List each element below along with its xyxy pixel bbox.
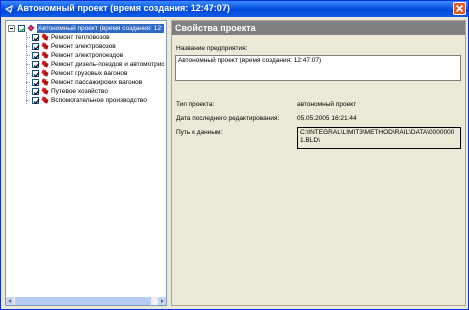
tree-item-checkbox[interactable] [32,70,40,78]
collapse-toggle[interactable] [8,25,15,32]
tree-item-label: Ремонт пассажирских вагонов [51,79,143,86]
process-icon [41,96,49,104]
process-icon [41,69,49,77]
checkmark-icon [33,36,40,42]
tree-guide-line [26,64,30,65]
tree-item[interactable]: Путевое хозяйство [8,87,166,96]
tree-root-label: Автономный проект (время создания: 12: [37,24,164,33]
tree-item[interactable]: Ремонт электропоездов [8,51,166,60]
tree-guide-line [26,37,30,38]
tree-item[interactable]: Ремонт тепловозов [8,33,166,42]
checkmark-icon [33,63,40,69]
tree-item-label: Ремонт электровозов [51,43,116,50]
last-edit-label: Дата последнего редактирования: [176,115,280,122]
tree-item-label: Вспомогательное производство [51,97,147,104]
tree-item-checkbox[interactable] [32,43,40,51]
horizontal-scrollbar[interactable] [6,297,166,305]
tree-item-label: Ремонт грузовых вагонов [51,70,128,77]
tree-root-checkbox[interactable] [18,25,26,33]
properties-panel: Свойства проекта Название предприятия: А… [171,20,466,306]
data-path-label: Путь к данным: [176,129,223,136]
tree-item-label: Ремонт дизель-поездов и автомотрис [51,61,165,68]
tree-guide-line [26,55,30,56]
project-type-label: Тип проекта: [176,101,215,108]
company-name-field[interactable]: Автономный проект (время создания: 12:47… [175,55,461,81]
process-icon [41,42,49,50]
tree-guide-line [26,46,30,47]
data-path-field[interactable]: C:\INTEGRAL\LIMIT3\METHOD\RAIL\DATA\0000… [297,127,461,149]
company-name-label: Название предприятия: [176,45,248,52]
close-button[interactable] [453,2,466,15]
project-icon [27,24,35,32]
checkmark-icon [19,27,26,33]
tree-item-checkbox[interactable] [32,52,40,60]
process-icon [41,78,49,86]
project-type-value: автономный проект [297,101,357,108]
tree-item-checkbox[interactable] [32,34,40,42]
process-icon [41,33,49,41]
tree-guide-line [26,73,30,74]
tree-item[interactable]: Вспомогательное производство [8,96,166,105]
app-icon [5,5,13,13]
tree-guide-line [26,100,30,101]
tree-item-label: Ремонт тепловозов [51,34,110,41]
tree-item-label: Ремонт электропоездов [51,52,124,59]
title-bar[interactable]: Автономный проект (время создания: 12:47… [1,1,468,17]
tree-item-checkbox[interactable] [32,61,40,69]
process-icon [41,60,49,68]
properties-header: Свойства проекта [172,21,465,35]
checkmark-icon [33,45,40,51]
checkmark-icon [33,90,40,96]
checkmark-icon [33,99,40,105]
arrow-right-icon [161,299,164,303]
tree-item[interactable]: Ремонт пассажирских вагонов [8,78,166,87]
tree-item-checkbox[interactable] [32,97,40,105]
scroll-right-button[interactable] [158,297,166,305]
process-icon [41,51,49,59]
tree-item-checkbox[interactable] [32,88,40,96]
close-icon [455,4,464,13]
tree-item[interactable]: Ремонт электровозов [8,42,166,51]
checkmark-icon [33,54,40,60]
main-window: Автономный проект (время создания: 12:47… [0,0,469,310]
tree-guide-line [26,82,30,83]
checkmark-icon [33,72,40,78]
scroll-left-button[interactable] [6,297,14,305]
tree-item[interactable]: Ремонт грузовых вагонов [8,69,166,78]
project-tree[interactable]: Автономный проект (время создания: 12: Р… [5,20,167,306]
tree-guide-line [26,91,30,92]
checkmark-icon [33,81,40,87]
window-title: Автономный проект (время создания: 12:47… [17,3,230,13]
last-edit-value: 05.05.2005 16:21:44 [297,115,357,122]
process-icon [41,87,49,95]
scrollbar-thumb[interactable] [15,297,151,305]
tree-item-checkbox[interactable] [32,79,40,87]
tree-item[interactable]: Ремонт дизель-поездов и автомотрис [8,60,166,69]
tree-item-label: Путевое хозяйство [51,88,108,95]
arrow-left-icon [8,299,11,303]
tree-root-row[interactable]: Автономный проект (время создания: 12: [8,24,166,33]
